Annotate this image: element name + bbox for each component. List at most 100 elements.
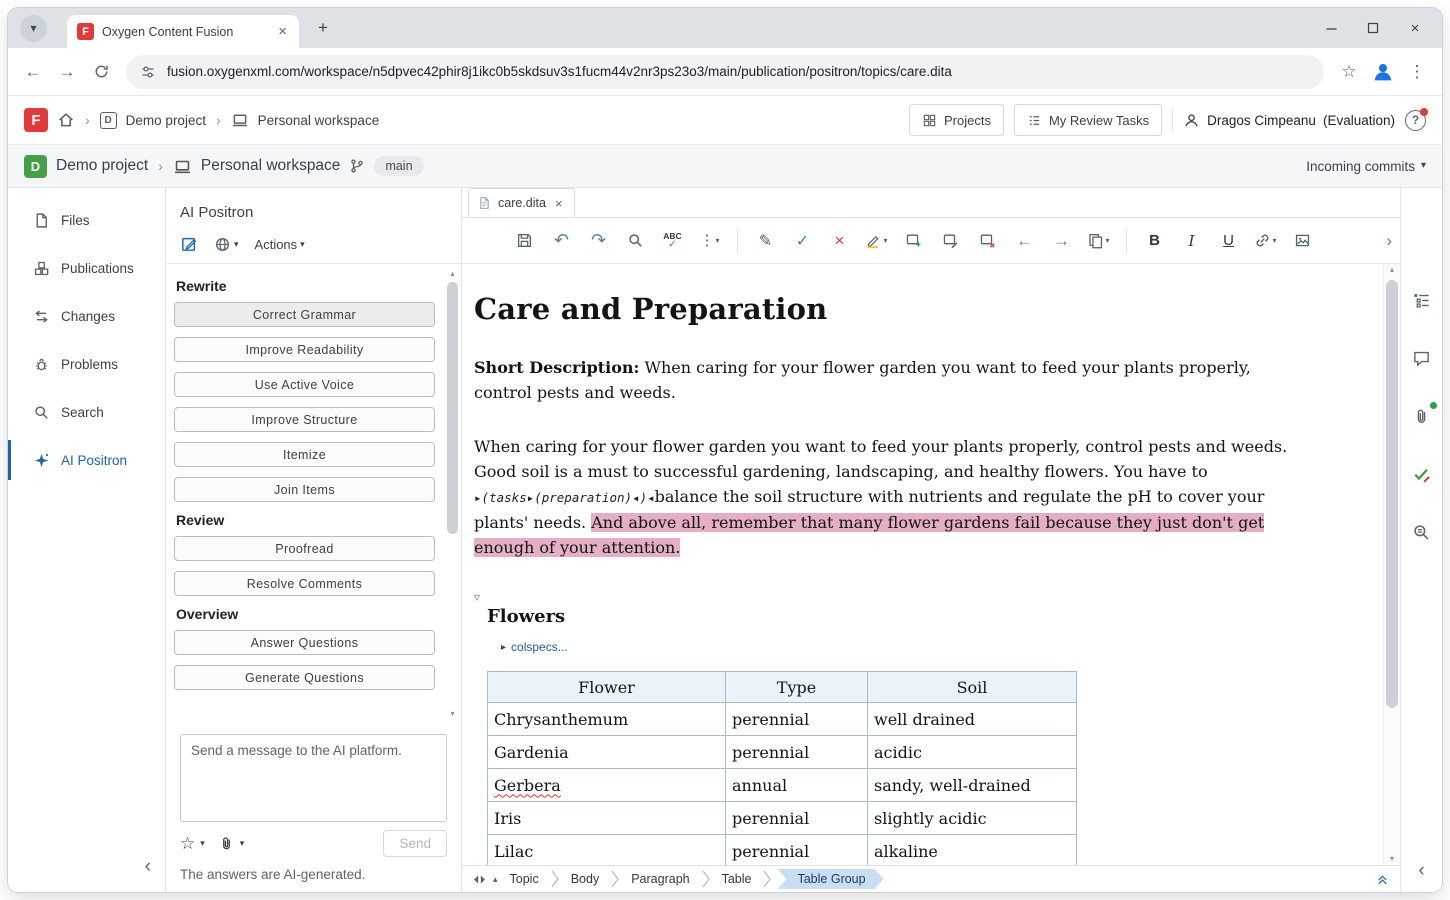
bookmark-button[interactable]: ☆ — [1332, 55, 1366, 89]
close-window-button[interactable]: × — [1394, 11, 1436, 45]
collapse-sidebar-button[interactable]: ‹ — [145, 856, 151, 878]
reject-change-button[interactable]: × — [823, 226, 856, 256]
breadcrumb-workspace[interactable]: Personal workspace — [258, 113, 380, 128]
ai-action-improve-readability[interactable]: Improve Readability — [174, 337, 435, 362]
next-change-button[interactable]: → — [1045, 226, 1078, 256]
attach-icon[interactable] — [218, 835, 235, 852]
more-actions-button[interactable]: ⋮ ▾ — [693, 226, 726, 256]
scrollbar-thumb[interactable] — [1386, 280, 1398, 708]
remove-comment-button[interactable] — [971, 226, 1004, 256]
breadcrumb-element-table-group[interactable]: Table Group — [777, 869, 883, 889]
ai-engine-dropdown[interactable]: ▾ — [214, 236, 239, 253]
scrollbar-thumb[interactable] — [447, 282, 458, 534]
url-bar[interactable]: fusion.oxygenxml.com/workspace/n5dpvec42… — [126, 54, 1324, 89]
save-button[interactable] — [508, 226, 541, 256]
copy-button[interactable]: ▾ — [1082, 226, 1115, 256]
ai-action-itemize[interactable]: Itemize — [174, 442, 435, 467]
ai-actions-dropdown[interactable]: Actions ▾ — [255, 237, 305, 252]
sidebar-item-ai-positron[interactable]: AI Positron — [8, 436, 165, 484]
comments-panel-button[interactable] — [1410, 346, 1434, 370]
underline-button[interactable]: U — [1212, 226, 1245, 256]
sidebar-item-files[interactable]: Files — [8, 196, 165, 244]
favorites-icon[interactable]: ☆ — [180, 835, 195, 852]
section-collapse-icon[interactable]: ▿ — [474, 590, 1298, 604]
url-text[interactable]: fusion.oxygenxml.com/workspace/n5dpvec42… — [167, 64, 952, 79]
document-editor[interactable]: Care and Preparation Short Description: … — [462, 264, 1400, 865]
maximize-button[interactable] — [1352, 11, 1394, 45]
track-changes-button[interactable]: ✎ — [749, 226, 782, 256]
scroll-down-arrow[interactable]: ▾ — [446, 708, 459, 720]
breadcrumb-element-table[interactable]: Table — [716, 872, 758, 886]
scroll-up-arrow[interactable]: ▴ — [446, 268, 459, 280]
chevron-down-icon[interactable]: ▾ — [240, 839, 245, 848]
site-info-icon[interactable] — [140, 64, 156, 80]
redo-button[interactable]: ↷ — [582, 226, 615, 256]
workspace-project-name[interactable]: Demo project — [56, 157, 148, 175]
new-tab-button[interactable]: + — [309, 14, 337, 42]
sidebar-item-search[interactable]: Search — [8, 388, 165, 436]
projects-button[interactable]: Projects — [908, 104, 1004, 136]
maximize-editor-icon[interactable] — [1375, 872, 1390, 887]
toggle-tags-icon[interactable] — [472, 873, 487, 886]
review-status-button[interactable] — [1410, 462, 1434, 486]
browser-menu-button[interactable]: ⋮ — [1400, 55, 1434, 89]
colspecs-toggle[interactable]: ▸ colspecs... — [501, 640, 1298, 654]
breadcrumb-element-body[interactable]: Body — [565, 872, 606, 886]
sidebar-item-changes[interactable]: Changes — [8, 292, 165, 340]
spell-check-button[interactable]: ABC ✓ — [656, 226, 689, 256]
accept-change-button[interactable]: ✓ — [786, 226, 819, 256]
scroll-up-icon[interactable]: ▴ — [493, 874, 498, 884]
forward-button[interactable]: → — [50, 55, 84, 89]
document-tab-care-dita[interactable]: care.dita × — [468, 188, 575, 217]
ai-action-correct-grammar[interactable]: Correct Grammar — [174, 302, 435, 327]
help-button[interactable]: ? — [1405, 107, 1428, 131]
browser-tab[interactable]: F Oxygen Content Fusion × — [67, 15, 299, 48]
tab-search-button[interactable]: ▾ — [20, 14, 47, 42]
send-button[interactable]: Send — [383, 830, 447, 857]
undo-button[interactable]: ↶ — [545, 226, 578, 256]
tab-close-button[interactable]: × — [276, 23, 289, 40]
breadcrumb-element-paragraph[interactable]: Paragraph — [625, 872, 695, 886]
sidebar-item-problems[interactable]: Problems — [8, 340, 165, 388]
home-icon[interactable] — [57, 111, 75, 129]
minimize-button[interactable] — [1310, 11, 1352, 45]
ai-message-input[interactable] — [180, 734, 447, 822]
find-references-button[interactable] — [1410, 520, 1434, 544]
editor-scrollbar[interactable]: ▴ ▾ — [1383, 264, 1400, 865]
reload-button[interactable] — [84, 55, 118, 89]
branch-selector[interactable]: main — [374, 156, 424, 176]
workspace-name[interactable]: Personal workspace — [201, 157, 341, 175]
ai-action-answer-questions[interactable]: Answer Questions — [174, 630, 435, 655]
close-document-button[interactable]: × — [553, 196, 565, 211]
ai-action-resolve-comments[interactable]: Resolve Comments — [174, 571, 435, 596]
add-comment-button[interactable] — [897, 226, 930, 256]
find-replace-button[interactable] — [619, 226, 652, 256]
ai-action-proofread[interactable]: Proofread — [174, 536, 435, 561]
edit-comment-button[interactable] — [934, 226, 967, 256]
insert-image-button[interactable] — [1286, 226, 1319, 256]
new-chat-icon[interactable] — [180, 235, 198, 253]
ai-action-use-active-voice[interactable]: Use Active Voice — [174, 372, 435, 397]
link-button[interactable]: ▾ — [1249, 226, 1282, 256]
bold-button[interactable]: B — [1138, 226, 1171, 256]
outline-view-button[interactable] — [1410, 288, 1434, 312]
ai-action-improve-structure[interactable]: Improve Structure — [174, 407, 435, 432]
highlight-button[interactable]: ▾ — [860, 226, 893, 256]
scroll-up-arrow[interactable]: ▴ — [1384, 264, 1400, 276]
browser-profile-button[interactable] — [1366, 55, 1400, 89]
ai-action-generate-questions[interactable]: Generate Questions — [174, 665, 435, 690]
chevron-down-icon[interactable]: ▾ — [200, 839, 205, 848]
attachments-panel-button[interactable] — [1410, 402, 1437, 428]
incoming-commits-dropdown[interactable]: Incoming commits ▾ — [1306, 159, 1426, 174]
user-menu[interactable]: Dragos Cimpeanu (Evaluation) — [1183, 112, 1395, 129]
sidebar-item-publications[interactable]: Publications — [8, 244, 165, 292]
breadcrumb-element-topic[interactable]: Topic — [504, 872, 545, 886]
ai-action-join-items[interactable]: Join Items — [174, 477, 435, 502]
ai-panel-scrollbar[interactable]: ▴ ▾ — [446, 268, 459, 720]
previous-change-button[interactable]: ← — [1008, 226, 1041, 256]
breadcrumb-project[interactable]: Demo project — [126, 113, 206, 128]
italic-button[interactable]: I — [1175, 226, 1208, 256]
scroll-down-arrow[interactable]: ▾ — [1384, 853, 1400, 865]
my-review-tasks-button[interactable]: My Review Tasks — [1013, 104, 1163, 136]
toolbar-overflow-button[interactable]: › — [1386, 231, 1392, 251]
